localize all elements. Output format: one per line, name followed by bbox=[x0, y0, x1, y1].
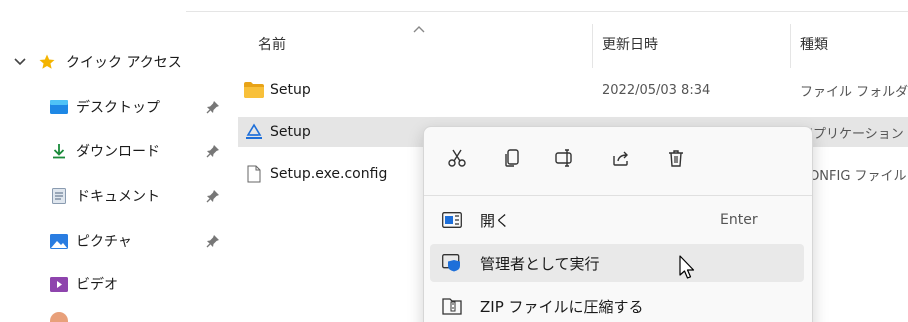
rename-icon[interactable] bbox=[554, 147, 576, 169]
toolbar-divider bbox=[186, 0, 908, 12]
context-menu-quick-actions bbox=[424, 127, 812, 187]
menu-item-label: 開く bbox=[480, 211, 511, 230]
open-icon bbox=[442, 211, 462, 229]
sidebar-item-desktop[interactable]: デスクトップ bbox=[50, 94, 220, 120]
sidebar-item-downloads[interactable]: ダウンロード bbox=[50, 138, 220, 164]
menu-item-run-as-admin[interactable]: 管理者として実行 bbox=[430, 244, 804, 282]
navigation-pane: クイック アクセス デスクトップ ダウンロード ドキュメント ピクチャ ビデオ bbox=[0, 0, 228, 322]
pictures-icon bbox=[50, 233, 68, 249]
file-name: Setup bbox=[270, 82, 311, 98]
pin-icon[interactable] bbox=[206, 189, 220, 203]
menu-item-label: 管理者として実行 bbox=[480, 254, 600, 273]
file-row[interactable]: Setup 2022/05/03 8:34 ファイル フォルダー bbox=[238, 75, 908, 105]
partial-sidebar-icon bbox=[50, 312, 68, 322]
star-icon bbox=[38, 53, 56, 71]
videos-icon bbox=[50, 276, 68, 292]
menu-item-label: ZIP ファイルに圧縮する bbox=[480, 297, 644, 316]
installer-icon bbox=[244, 123, 264, 141]
pin-icon[interactable] bbox=[206, 234, 220, 248]
file-type: ファイル フォルダー bbox=[800, 84, 908, 100]
documents-icon bbox=[50, 188, 68, 204]
menu-item-open[interactable]: 開く Enter bbox=[430, 201, 804, 239]
sidebar-item-documents[interactable]: ドキュメント bbox=[50, 183, 220, 209]
sidebar-item-label: ビデオ bbox=[76, 277, 118, 293]
file-type: CONFIG ファイル bbox=[800, 168, 907, 184]
column-header-date[interactable]: 更新日時 bbox=[602, 34, 658, 54]
sidebar-item-pictures[interactable]: ピクチャ bbox=[50, 228, 220, 254]
menu-item-shortcut: Enter bbox=[720, 212, 758, 228]
chevron-down-icon[interactable] bbox=[12, 54, 28, 70]
file-name: Setup bbox=[270, 124, 311, 140]
file-name: Setup.exe.config bbox=[270, 166, 388, 182]
desktop-icon bbox=[50, 99, 68, 115]
copy-icon[interactable] bbox=[501, 147, 523, 169]
sidebar-item-label: ピクチャ bbox=[76, 234, 132, 250]
file-icon bbox=[244, 165, 264, 183]
folder-icon bbox=[244, 81, 264, 99]
column-divider[interactable] bbox=[592, 24, 593, 68]
file-type: アプリケーション bbox=[800, 126, 904, 142]
quick-access-node[interactable]: クイック アクセス bbox=[12, 50, 182, 74]
sidebar-item-label: ダウンロード bbox=[76, 144, 160, 160]
mouse-cursor-icon bbox=[679, 255, 695, 279]
sidebar-item-videos[interactable]: ビデオ bbox=[50, 271, 220, 297]
cut-icon[interactable] bbox=[446, 147, 468, 169]
column-header-name[interactable]: 名前 bbox=[258, 34, 286, 54]
download-icon bbox=[50, 143, 68, 159]
column-header-type[interactable]: 種類 bbox=[800, 34, 828, 54]
column-divider[interactable] bbox=[790, 24, 791, 68]
zip-icon bbox=[442, 297, 462, 315]
pin-icon[interactable] bbox=[206, 144, 220, 158]
quick-access-label: クイック アクセス bbox=[66, 55, 182, 71]
pin-icon[interactable] bbox=[206, 100, 220, 114]
share-icon[interactable] bbox=[610, 147, 632, 169]
sidebar-item-label: ドキュメント bbox=[76, 189, 160, 205]
file-date: 2022/05/03 8:34 bbox=[602, 82, 711, 98]
context-menu: 開く Enter 管理者として実行 ZIP ファイルに圧縮する bbox=[423, 126, 813, 322]
menu-item-compress-zip[interactable]: ZIP ファイルに圧縮する bbox=[430, 287, 804, 322]
context-menu-separator bbox=[424, 195, 812, 196]
shield-icon bbox=[442, 254, 462, 272]
sidebar-item-label: デスクトップ bbox=[76, 100, 160, 116]
sort-ascending-icon[interactable] bbox=[412, 24, 426, 34]
delete-icon[interactable] bbox=[665, 147, 687, 169]
